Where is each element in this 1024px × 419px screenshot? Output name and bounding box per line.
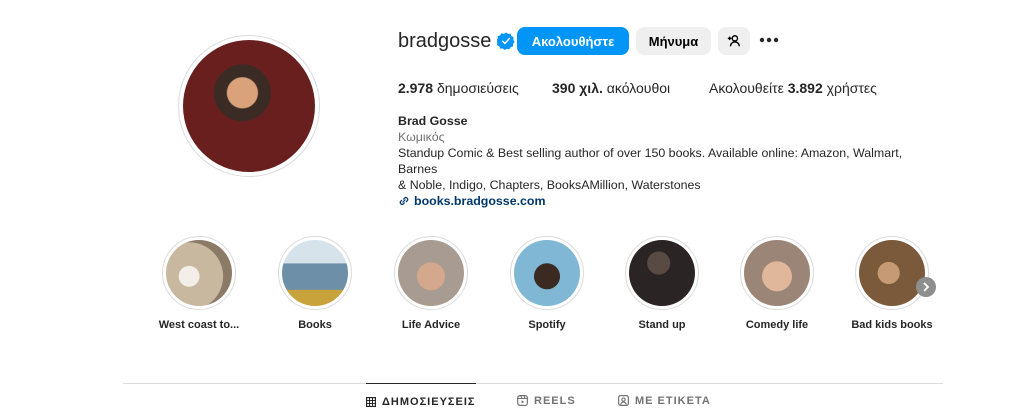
tab-label: ΜΕ ΕΤΙΚΕΤΑ: [635, 394, 711, 407]
story-highlight[interactable]: Spotify: [502, 236, 592, 331]
verified-badge-icon: [497, 32, 516, 50]
highlight-cover-ring: [740, 236, 814, 310]
highlight-cover-ring: [855, 236, 929, 310]
story-highlight[interactable]: Books: [270, 236, 360, 331]
highlight-label: Comedy life: [745, 319, 809, 331]
highlight-cover-ring: [162, 236, 236, 310]
more-options-button[interactable]: [757, 28, 781, 52]
highlight-cover-ring: [278, 236, 352, 310]
highlight-cover-image: [514, 240, 580, 306]
more-icon: [759, 37, 779, 43]
follow-button[interactable]: Ακολουθήστε: [517, 27, 629, 55]
profile-category: Κωμικός: [398, 130, 445, 144]
highlight-label: Bad kids books: [851, 319, 933, 331]
add-user-icon: [727, 35, 740, 47]
story-highlight[interactable]: Stand up: [617, 236, 707, 331]
tab-posts[interactable]: ΔΗΜΟΣΙΕΥΣΕΙΣ: [366, 383, 476, 419]
bio-link-text: books.bradgosse.com: [414, 194, 546, 208]
tab-reels[interactable]: REELS: [517, 383, 576, 418]
posts-stat[interactable]: 2.978 δημοσιεύσεις: [398, 80, 519, 96]
highlight-cover-ring: [625, 236, 699, 310]
message-button[interactable]: Μήνυμα: [636, 27, 711, 55]
highlight-cover-image: [744, 240, 810, 306]
highlight-cover-image: [859, 240, 925, 306]
bio-text-line-1: Standup Comic & Best selling author of o…: [398, 146, 903, 176]
story-highlight[interactable]: Life Advice: [386, 236, 476, 331]
posts-label: δημοσιεύσεις: [436, 80, 519, 96]
followers-count: 390 χιλ.: [552, 80, 603, 96]
followers-label: ακόλουθοι: [606, 80, 671, 96]
highlight-cover-image: [629, 240, 695, 306]
link-icon: [399, 197, 409, 205]
username-row: bradgosse: [398, 27, 516, 55]
highlight-cover-ring: [510, 236, 584, 310]
full-name: Brad Gosse: [398, 114, 468, 128]
tab-label: REELS: [534, 394, 576, 407]
following-prefix: Ακολουθείτε: [709, 80, 784, 96]
highlight-label: Books: [298, 319, 332, 331]
highlights-next-button[interactable]: [916, 277, 936, 297]
profile-photo: [183, 40, 315, 172]
tab-tagged[interactable]: ΜΕ ΕΤΙΚΕΤΑ: [618, 383, 711, 418]
username: bradgosse: [398, 29, 492, 52]
reels-icon: [517, 395, 528, 406]
highlight-label: Spotify: [528, 319, 566, 331]
highlight-cover-ring: [394, 236, 468, 310]
bio-text-line-2: & Noble, Indigo, Chapters, BooksAMillion…: [398, 178, 701, 192]
following-suffix: χρήστες: [826, 80, 877, 96]
highlight-cover-image: [398, 240, 464, 306]
following-count: 3.892: [787, 80, 823, 96]
profile-avatar[interactable]: [178, 35, 320, 177]
following-stat[interactable]: Ακολουθείτε 3.892 χρήστες: [709, 80, 877, 96]
bio-link[interactable]: books.bradgosse.com: [398, 193, 938, 209]
profile-bio: Brad Gosse Κωμικός Standup Comic & Best …: [398, 113, 938, 209]
suggested-users-button[interactable]: [718, 27, 750, 55]
tagged-icon: [618, 395, 629, 406]
highlight-cover-image: [282, 240, 348, 306]
grid-icon: [366, 396, 376, 407]
highlight-cover-image: [166, 240, 232, 306]
tab-label: ΔΗΜΟΣΙΕΥΣΕΙΣ: [382, 395, 476, 408]
highlight-label: West coast to...: [158, 319, 240, 331]
chevron-right-icon: [923, 282, 930, 292]
followers-stat[interactable]: 390 χιλ. ακόλουθοι: [552, 80, 670, 96]
story-highlight[interactable]: Comedy life: [732, 236, 822, 331]
highlight-label: Life Advice: [401, 319, 461, 331]
highlight-label: Stand up: [638, 319, 686, 331]
story-highlight[interactable]: West coast to...: [154, 236, 244, 331]
posts-count: 2.978: [398, 80, 434, 96]
